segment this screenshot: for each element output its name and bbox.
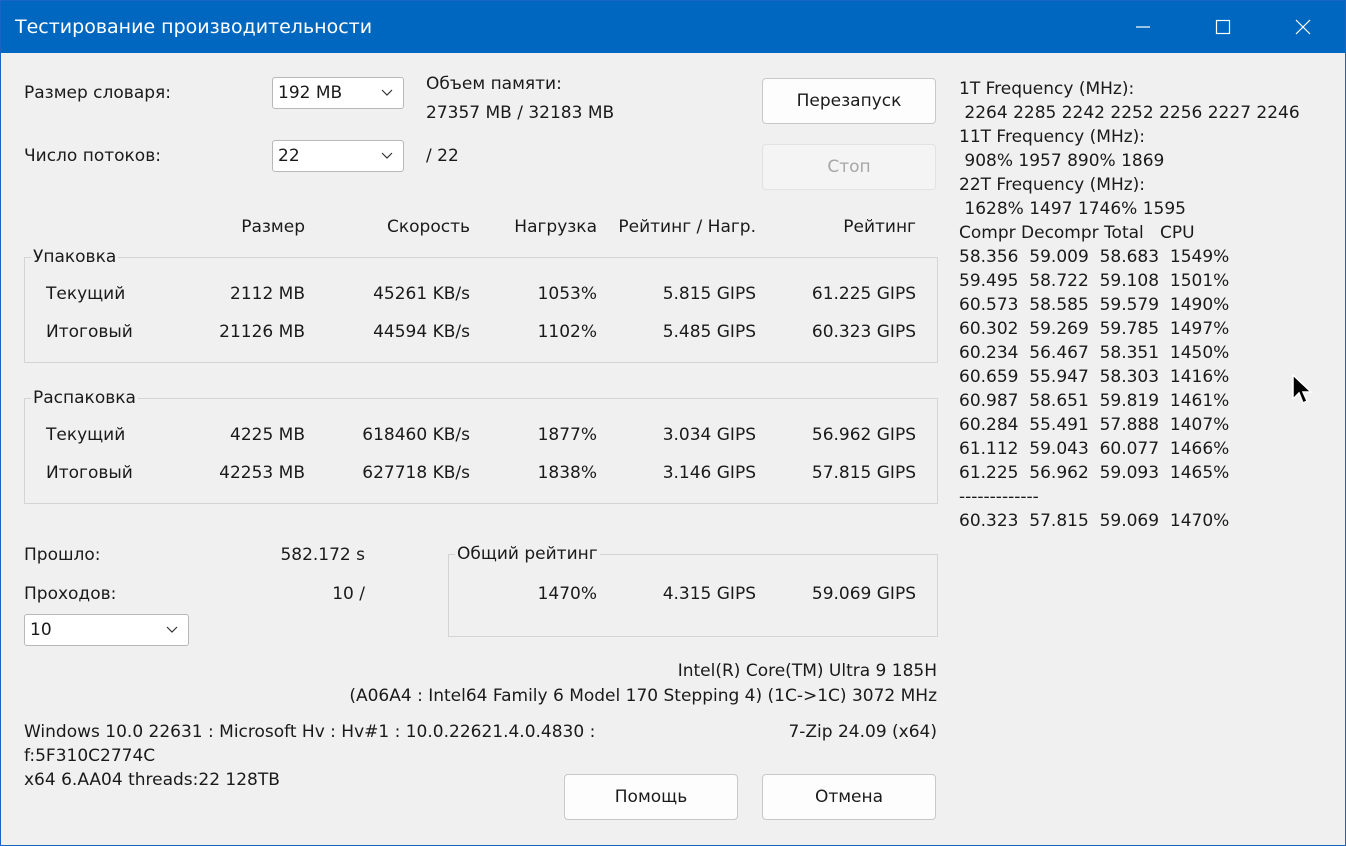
cancel-button[interactable]: Отмена — [762, 774, 936, 820]
rating-cell: 57.815 GIPS — [811, 463, 916, 483]
log-line: 61.112 59.043 60.077 1466% — [959, 439, 1230, 459]
dict-size-select[interactable]: 192 MB — [272, 77, 404, 109]
elapsed-value: 582.172 s — [280, 545, 365, 565]
log-line: 11T Frequency (MHz): — [959, 127, 1146, 147]
log-line: 58.356 59.009 58.683 1549% — [959, 247, 1230, 267]
memory-value: 27357 MB / 32183 MB — [426, 103, 615, 123]
overall-rating-value: 59.069 GIPS — [811, 584, 916, 604]
rating-per-load-cell: 3.034 GIPS — [662, 425, 756, 445]
row-label: Итоговый — [46, 322, 133, 342]
chevron-down-icon — [381, 89, 393, 96]
pack-group — [24, 257, 938, 363]
passes-select-value: 10 — [30, 620, 52, 640]
unpack-group — [24, 398, 938, 504]
log-line: 61.225 56.962 59.093 1465% — [959, 463, 1230, 483]
minimize-icon — [1136, 26, 1150, 28]
row-label: Итоговый — [46, 463, 133, 483]
cpu-details: (A06A4 : Intel64 Family 6 Model 170 Step… — [349, 686, 937, 706]
maximize-icon — [1215, 19, 1231, 35]
passes-select[interactable]: 10 — [24, 614, 189, 646]
passes-label: Проходов: — [24, 584, 117, 604]
rating-cell: 60.323 GIPS — [811, 322, 916, 342]
column-load: Нагрузка — [514, 217, 597, 237]
overall-load: 1470% — [537, 584, 597, 604]
speed-cell: 627718 KB/s — [362, 463, 470, 483]
log-line: 60.987 58.651 59.819 1461% — [959, 391, 1230, 411]
threads-value: 22 — [278, 146, 300, 166]
threads-select[interactable]: 22 — [272, 140, 404, 172]
log-line: ------------- — [959, 487, 1039, 507]
memory-label: Объем памяти: — [426, 74, 562, 94]
sysinfo-line2: f:5F310C2774C — [24, 746, 156, 766]
stop-button[interactable]: Стоп — [762, 144, 936, 190]
row-label: Текущий — [46, 284, 126, 304]
log-line: 908% 1957 890% 1869 — [959, 151, 1165, 171]
size-cell: 4225 MB — [230, 425, 305, 445]
log-line: 2264 2285 2242 2252 2256 2227 2246 — [959, 103, 1300, 123]
log-line: 60.323 57.815 59.069 1470% — [959, 511, 1230, 531]
minimize-button[interactable] — [1103, 1, 1183, 53]
dict-size-value: 192 MB — [278, 83, 343, 103]
chevron-down-icon — [166, 626, 178, 633]
log-line: 22T Frequency (MHz): — [959, 175, 1146, 195]
help-button[interactable]: Помощь — [564, 774, 738, 820]
column-rating-per-load: Рейтинг / Нагр. — [618, 217, 756, 237]
size-cell: 42253 MB — [219, 463, 305, 483]
overall-rating-title: Общий рейтинг — [455, 544, 600, 564]
title-bar: Тестирование производительности — [1, 1, 1345, 53]
close-button[interactable] — [1263, 1, 1343, 53]
dict-size-label: Размер словаря: — [24, 83, 171, 103]
load-cell: 1102% — [537, 322, 597, 342]
log-line: 60.234 56.467 58.351 1450% — [959, 343, 1230, 363]
log-line: 60.573 58.585 59.579 1490% — [959, 295, 1230, 315]
row-label: Текущий — [46, 425, 126, 445]
chevron-down-icon — [381, 152, 393, 159]
speed-cell: 618460 KB/s — [362, 425, 470, 445]
pack-title: Упаковка — [31, 247, 119, 267]
restart-button[interactable]: Перезапуск — [762, 78, 936, 124]
rating-cell: 56.962 GIPS — [811, 425, 916, 445]
rating-per-load-cell: 5.815 GIPS — [662, 284, 756, 304]
log-line: 1628% 1497 1746% 1595 — [959, 199, 1186, 219]
load-cell: 1053% — [537, 284, 597, 304]
log-line: 60.659 55.947 58.303 1416% — [959, 367, 1230, 387]
version-label: 7-Zip 24.09 (x64) — [788, 722, 937, 742]
column-rating: Рейтинг — [843, 217, 916, 237]
column-size: Размер — [241, 217, 305, 237]
speed-cell: 45261 KB/s — [373, 284, 470, 304]
overall-rating-per-load: 4.315 GIPS — [662, 584, 756, 604]
log-line: 59.495 58.722 59.108 1501% — [959, 271, 1230, 291]
column-speed: Скорость — [387, 217, 470, 237]
rating-cell: 61.225 GIPS — [811, 284, 916, 304]
rating-per-load-cell: 5.485 GIPS — [662, 322, 756, 342]
unpack-title: Распаковка — [31, 388, 138, 408]
mouse-cursor-icon — [1292, 373, 1313, 405]
sysinfo-line1: Windows 10.0 22631 : Microsoft Hv : Hv#1… — [24, 722, 596, 742]
threads-total: / 22 — [426, 146, 459, 166]
load-cell: 1877% — [537, 425, 597, 445]
speed-cell: 44594 KB/s — [373, 322, 470, 342]
size-cell: 21126 MB — [219, 322, 305, 342]
log-line: 60.302 59.269 59.785 1497% — [959, 319, 1230, 339]
passes-value: 10 / — [332, 584, 365, 604]
log-line: Compr Decompr Total CPU — [959, 223, 1195, 243]
load-cell: 1838% — [537, 463, 597, 483]
benchmark-window: Тестирование производительности Размер с… — [0, 0, 1346, 846]
size-cell: 2112 MB — [230, 284, 305, 304]
sysinfo-line3: x64 6.AA04 threads:22 128TB — [24, 770, 280, 790]
maximize-button[interactable] — [1183, 1, 1263, 53]
log-line: 60.284 55.491 57.888 1407% — [959, 415, 1230, 435]
log-line: 1T Frequency (MHz): — [959, 79, 1135, 99]
close-icon — [1295, 19, 1311, 35]
rating-per-load-cell: 3.146 GIPS — [662, 463, 756, 483]
threads-label: Число потоков: — [24, 146, 161, 166]
cpu-name: Intel(R) Core(TM) Ultra 9 185H — [677, 661, 937, 681]
elapsed-label: Прошло: — [24, 545, 101, 565]
window-title: Тестирование производительности — [15, 16, 373, 38]
